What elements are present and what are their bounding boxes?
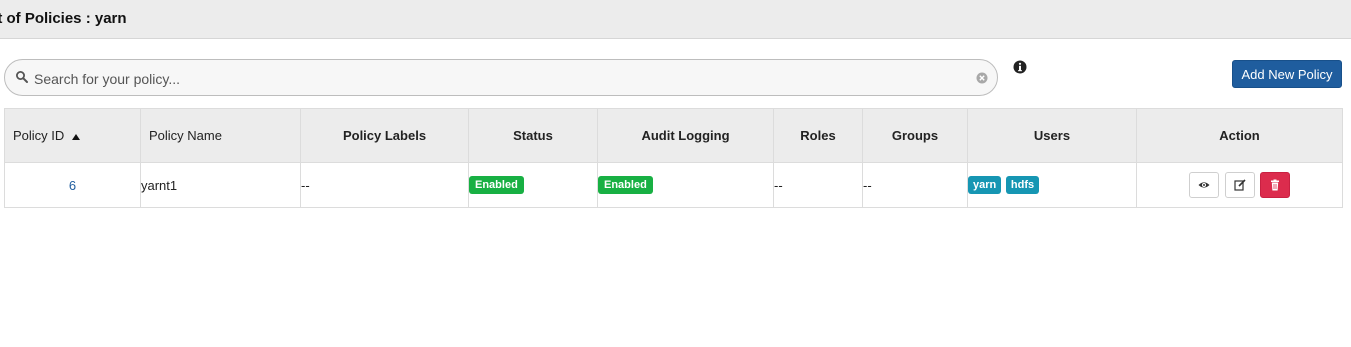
column-header-groups: Groups (862, 108, 968, 163)
page-title: st of Policies : yarn (0, 10, 127, 27)
info-icon[interactable] (1013, 60, 1027, 74)
column-header-status: Status (468, 108, 598, 163)
view-policy-button[interactable] (1188, 172, 1219, 198)
column-header-label: Policy ID (13, 128, 65, 143)
trash-icon (1271, 179, 1280, 191)
clear-search-icon[interactable] (976, 72, 988, 84)
action-cell (1136, 162, 1343, 208)
edit-icon (1233, 179, 1246, 191)
column-header-audit-logging: Audit Logging (597, 108, 774, 163)
users-cell: yarn hdfs (967, 162, 1137, 208)
search-icon (16, 71, 28, 83)
user-badge: hdfs (1005, 176, 1040, 194)
page-header: st of Policies : yarn (0, 0, 1351, 39)
column-header-action: Action (1136, 108, 1343, 163)
column-header-policy-labels: Policy Labels (300, 108, 469, 163)
policy-name-cell: yarnt1 (140, 162, 301, 208)
policy-id-link[interactable]: 6 (69, 178, 76, 193)
search-box[interactable] (4, 59, 998, 96)
add-new-policy-button[interactable]: Add New Policy (1232, 60, 1342, 88)
column-header-policy-id[interactable]: Policy ID (4, 108, 141, 163)
sort-asc-icon (71, 133, 80, 140)
audit-logging-cell: Enabled (597, 162, 774, 208)
groups-cell: -- (862, 162, 968, 208)
column-header-policy-name: Policy Name (140, 108, 301, 163)
search-input[interactable] (32, 66, 966, 92)
status-cell: Enabled (468, 162, 598, 208)
policy-labels-cell: -- (300, 162, 469, 208)
roles-cell: -- (773, 162, 863, 208)
column-header-users: Users (967, 108, 1137, 163)
user-badge: yarn (968, 176, 1002, 194)
column-header-roles: Roles (773, 108, 863, 163)
policy-id-cell: 6 (4, 162, 141, 208)
edit-policy-button[interactable] (1224, 172, 1255, 198)
table-row: 6 yarnt1 -- Enabled Enabled -- -- yarn h… (4, 162, 1343, 208)
delete-policy-button[interactable] (1260, 172, 1291, 198)
audit-logging-badge: Enabled (598, 176, 653, 194)
table-header-row: Policy ID Policy Name Policy Labels Stat… (4, 108, 1343, 163)
eye-icon (1198, 182, 1210, 188)
policy-table: Policy ID Policy Name Policy Labels Stat… (4, 108, 1343, 208)
status-badge: Enabled (469, 176, 524, 194)
